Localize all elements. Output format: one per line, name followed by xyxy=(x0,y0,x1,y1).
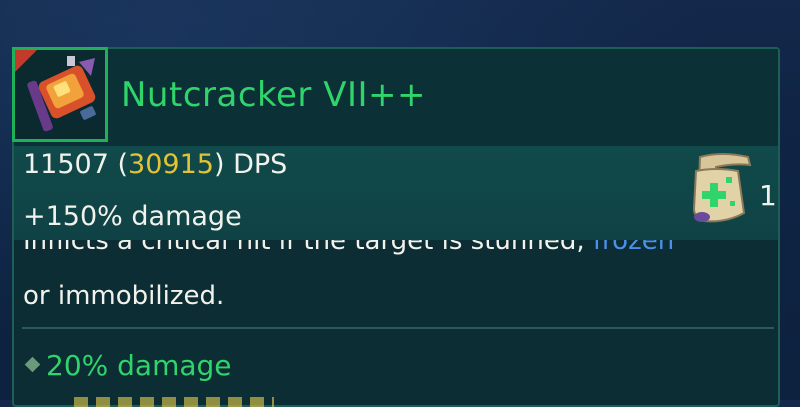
item-name: Nutcracker VII++ xyxy=(121,75,426,115)
item-tooltip-panel: Nutcracker VII++ 11507 (30915) DPS +150%… xyxy=(12,47,780,407)
dps-unit: DPS xyxy=(233,149,288,180)
dps-readout: 11507 (30915) DPS xyxy=(23,149,288,180)
description-keyword: frozen xyxy=(592,240,675,256)
nutcracker-weapon-icon xyxy=(15,50,96,132)
item-icon-frame xyxy=(12,47,108,142)
damage-bonus: +150% damage xyxy=(23,201,242,232)
dps-base-value: 11507 xyxy=(23,149,109,180)
affix-item: 20% damage xyxy=(23,349,232,382)
section-divider xyxy=(22,327,774,329)
description-line-1-text: Inflicts a critical hit if the target is… xyxy=(23,240,593,256)
affix-next-clipped xyxy=(74,397,274,407)
scroll-count: 1 xyxy=(759,179,777,212)
description-clipped-line: Inflicts a critical hit if the target is… xyxy=(14,240,778,262)
affix-text: 20% damage xyxy=(46,349,232,382)
description-line-1: Inflicts a critical hit if the target is… xyxy=(23,240,674,256)
diamond-bullet-icon xyxy=(24,356,41,372)
dps-crit-value: 30915 xyxy=(128,149,214,180)
description-line-2: or immobilized. xyxy=(23,281,225,311)
upgrade-scroll-icon[interactable] xyxy=(686,151,756,227)
